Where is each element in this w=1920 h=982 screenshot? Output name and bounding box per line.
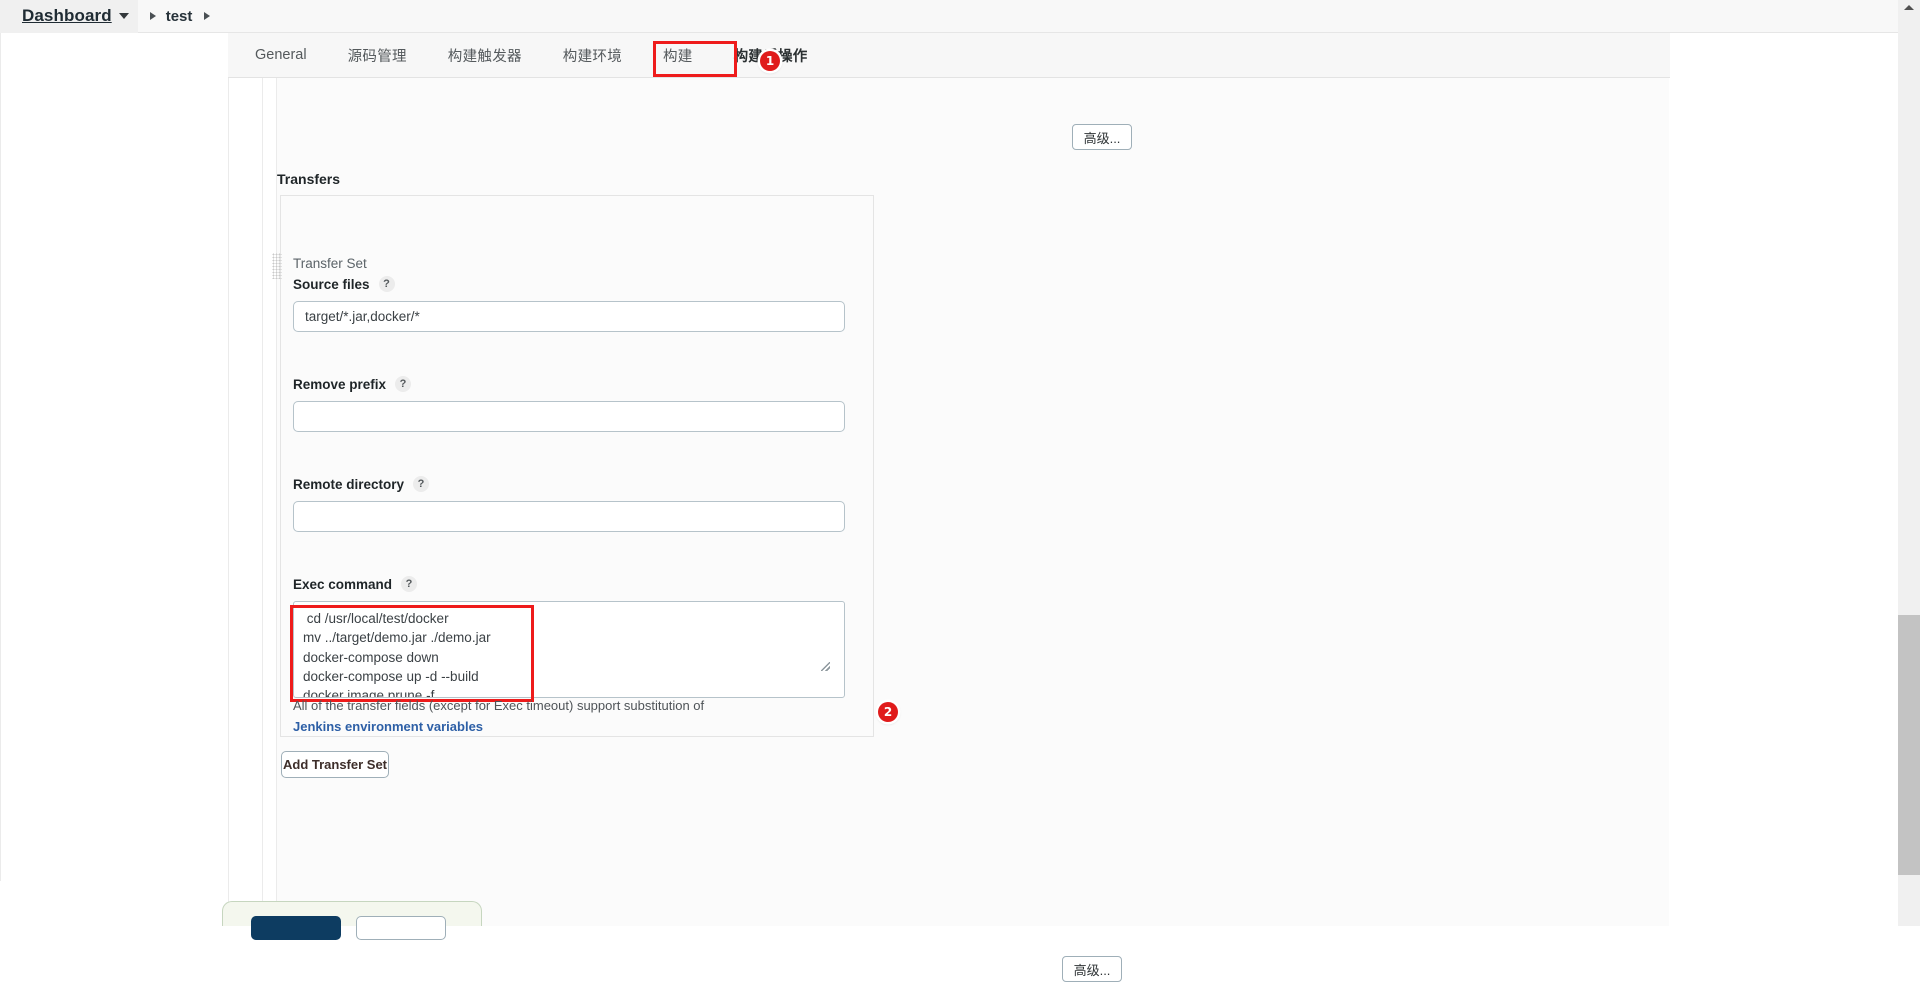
breadcrumb-dashboard[interactable]: Dashboard: [0, 0, 138, 33]
resize-grip-icon[interactable]: [821, 662, 830, 671]
panel-rail-outer: [228, 78, 229, 926]
chevron-right-icon-2[interactable]: [204, 12, 211, 20]
panel-rail-right: [0, 33, 1, 881]
help-icon-remove-prefix[interactable]: ?: [395, 376, 412, 392]
label-remove-prefix: Remove prefix ?: [293, 376, 845, 392]
label-exec-command-text: Exec command: [293, 576, 393, 592]
tab-build-environment[interactable]: 构建环境: [563, 45, 622, 66]
panel-rail-middle: [262, 78, 263, 926]
jenkins-env-variables-link[interactable]: Jenkins environment variables: [293, 719, 483, 734]
config-tab-bar: General 源码管理 构建触发器 构建环境 构建 构建后操作: [228, 33, 1670, 78]
label-source-files: Source files ?: [293, 276, 845, 292]
save-button[interactable]: [251, 916, 341, 940]
breadcrumb-project-label[interactable]: test: [166, 8, 193, 25]
label-remote-directory-text: Remote directory: [293, 476, 405, 492]
apply-button[interactable]: [356, 916, 446, 940]
form-save-bar: [222, 901, 482, 940]
field-source-files: Source files ?: [293, 276, 845, 332]
breadcrumb: Dashboard test: [0, 0, 1898, 33]
chevron-down-icon[interactable]: [118, 13, 129, 19]
transfer-hint: All of the transfer fields (except for E…: [293, 695, 723, 737]
annotation-badge-1: 1: [760, 51, 780, 71]
label-source-files-text: Source files: [293, 276, 370, 292]
transfers-heading: Transfers: [277, 171, 341, 187]
label-remove-prefix-text: Remove prefix: [293, 376, 387, 392]
tab-source-control[interactable]: 源码管理: [348, 45, 407, 66]
tab-build-triggers[interactable]: 构建触发器: [448, 45, 522, 66]
field-remove-prefix: Remove prefix ?: [293, 376, 845, 432]
input-remote-directory[interactable]: [293, 501, 845, 532]
field-remote-directory: Remote directory ?: [293, 476, 845, 532]
advanced-button-bottom[interactable]: 高级...: [1062, 956, 1122, 982]
post-build-form: 高级... Transfers Transfer Set Source file…: [272, 78, 1669, 982]
transfer-hint-text: All of the transfer fields (except for E…: [293, 698, 705, 713]
page-body: General 源码管理 构建触发器 构建环境 构建 构建后操作 1 高级...…: [0, 33, 1898, 982]
scroll-up-arrow-icon[interactable]: [1904, 5, 1914, 10]
help-icon-exec-command[interactable]: ?: [401, 576, 418, 592]
field-exec-command: Exec command ? cd /usr/local/test/docker…: [293, 576, 845, 703]
vertical-scrollbar[interactable]: [1898, 0, 1920, 926]
input-remove-prefix[interactable]: [293, 401, 845, 432]
help-icon-source-files[interactable]: ?: [378, 276, 395, 292]
transfer-set-label: Transfer Set: [293, 256, 367, 271]
help-icon-remote-directory[interactable]: ?: [413, 476, 430, 492]
tab-general[interactable]: General: [255, 47, 307, 63]
transfer-set-panel: Transfer Set Source files ? Remove prefi…: [272, 195, 1122, 982]
breadcrumb-dashboard-label[interactable]: Dashboard: [22, 6, 112, 26]
textarea-exec-command[interactable]: cd /usr/local/test/docker mv ../target/d…: [293, 601, 845, 698]
advanced-button-top[interactable]: 高级...: [1072, 124, 1132, 150]
scrollbar-thumb[interactable]: [1898, 615, 1920, 875]
label-remote-directory: Remote directory ?: [293, 476, 845, 492]
chevron-right-icon: [149, 12, 156, 20]
tab-build[interactable]: 构建: [663, 45, 693, 66]
annotation-badge-2: 2: [878, 702, 898, 722]
drag-handle-icon[interactable]: [272, 253, 282, 279]
add-transfer-set-button[interactable]: Add Transfer Set: [281, 751, 389, 778]
input-source-files[interactable]: [293, 301, 845, 332]
label-exec-command: Exec command ?: [293, 576, 845, 592]
